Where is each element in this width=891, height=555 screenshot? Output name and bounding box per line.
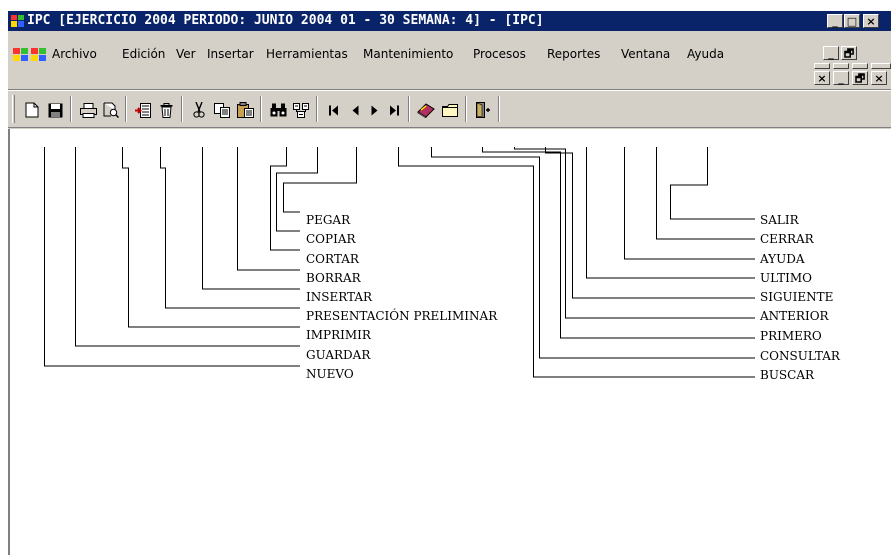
label-presentacion-preliminar: PRESENTACIÓN PRELIMINAR	[306, 309, 498, 323]
label-consultar: CONSULTAR	[760, 349, 840, 363]
connector-pegar	[283, 147, 357, 213]
label-nuevo: NUEVO	[306, 367, 354, 381]
connector-cerrar	[656, 147, 755, 240]
connector-presentacion	[160, 147, 300, 309]
label-guardar: GUARDAR	[306, 348, 371, 362]
connector-consultar	[431, 147, 755, 359]
connector-cortar	[270, 147, 300, 251]
connector-guardar	[75, 147, 300, 347]
label-pegar: PEGAR	[306, 213, 351, 227]
connector-buscar	[398, 147, 755, 378]
connector-ayuda	[624, 147, 755, 260]
label-primero: PRIMERO	[760, 329, 822, 343]
connector-insertar	[202, 147, 300, 290]
label-borrar: BORRAR	[306, 271, 361, 285]
connector-borrar	[237, 147, 300, 271]
connector-imprimir	[122, 147, 300, 328]
connector-nuevo	[44, 147, 300, 367]
label-copiar: COPIAR	[306, 232, 356, 246]
label-anterior: ANTERIOR	[760, 309, 829, 323]
connector-primero	[482, 147, 755, 339]
label-ultimo: ULTIMO	[760, 271, 812, 285]
label-insertar: INSERTAR	[306, 290, 373, 304]
label-siguiente: SIGUIENTE	[760, 290, 834, 304]
connector-anterior	[514, 147, 755, 319]
label-imprimir: IMPRIMIR	[306, 328, 371, 342]
label-ayuda: AYUDA	[760, 252, 805, 266]
connector-salir	[670, 147, 755, 220]
label-cortar: CORTAR	[306, 252, 359, 266]
connector-siguiente	[545, 147, 755, 299]
toolbar-legend-diagram	[44, 147, 755, 378]
label-salir: SALIR	[760, 213, 799, 227]
label-buscar: BUSCAR	[760, 368, 815, 382]
label-cerrar: CERRAR	[760, 232, 814, 246]
